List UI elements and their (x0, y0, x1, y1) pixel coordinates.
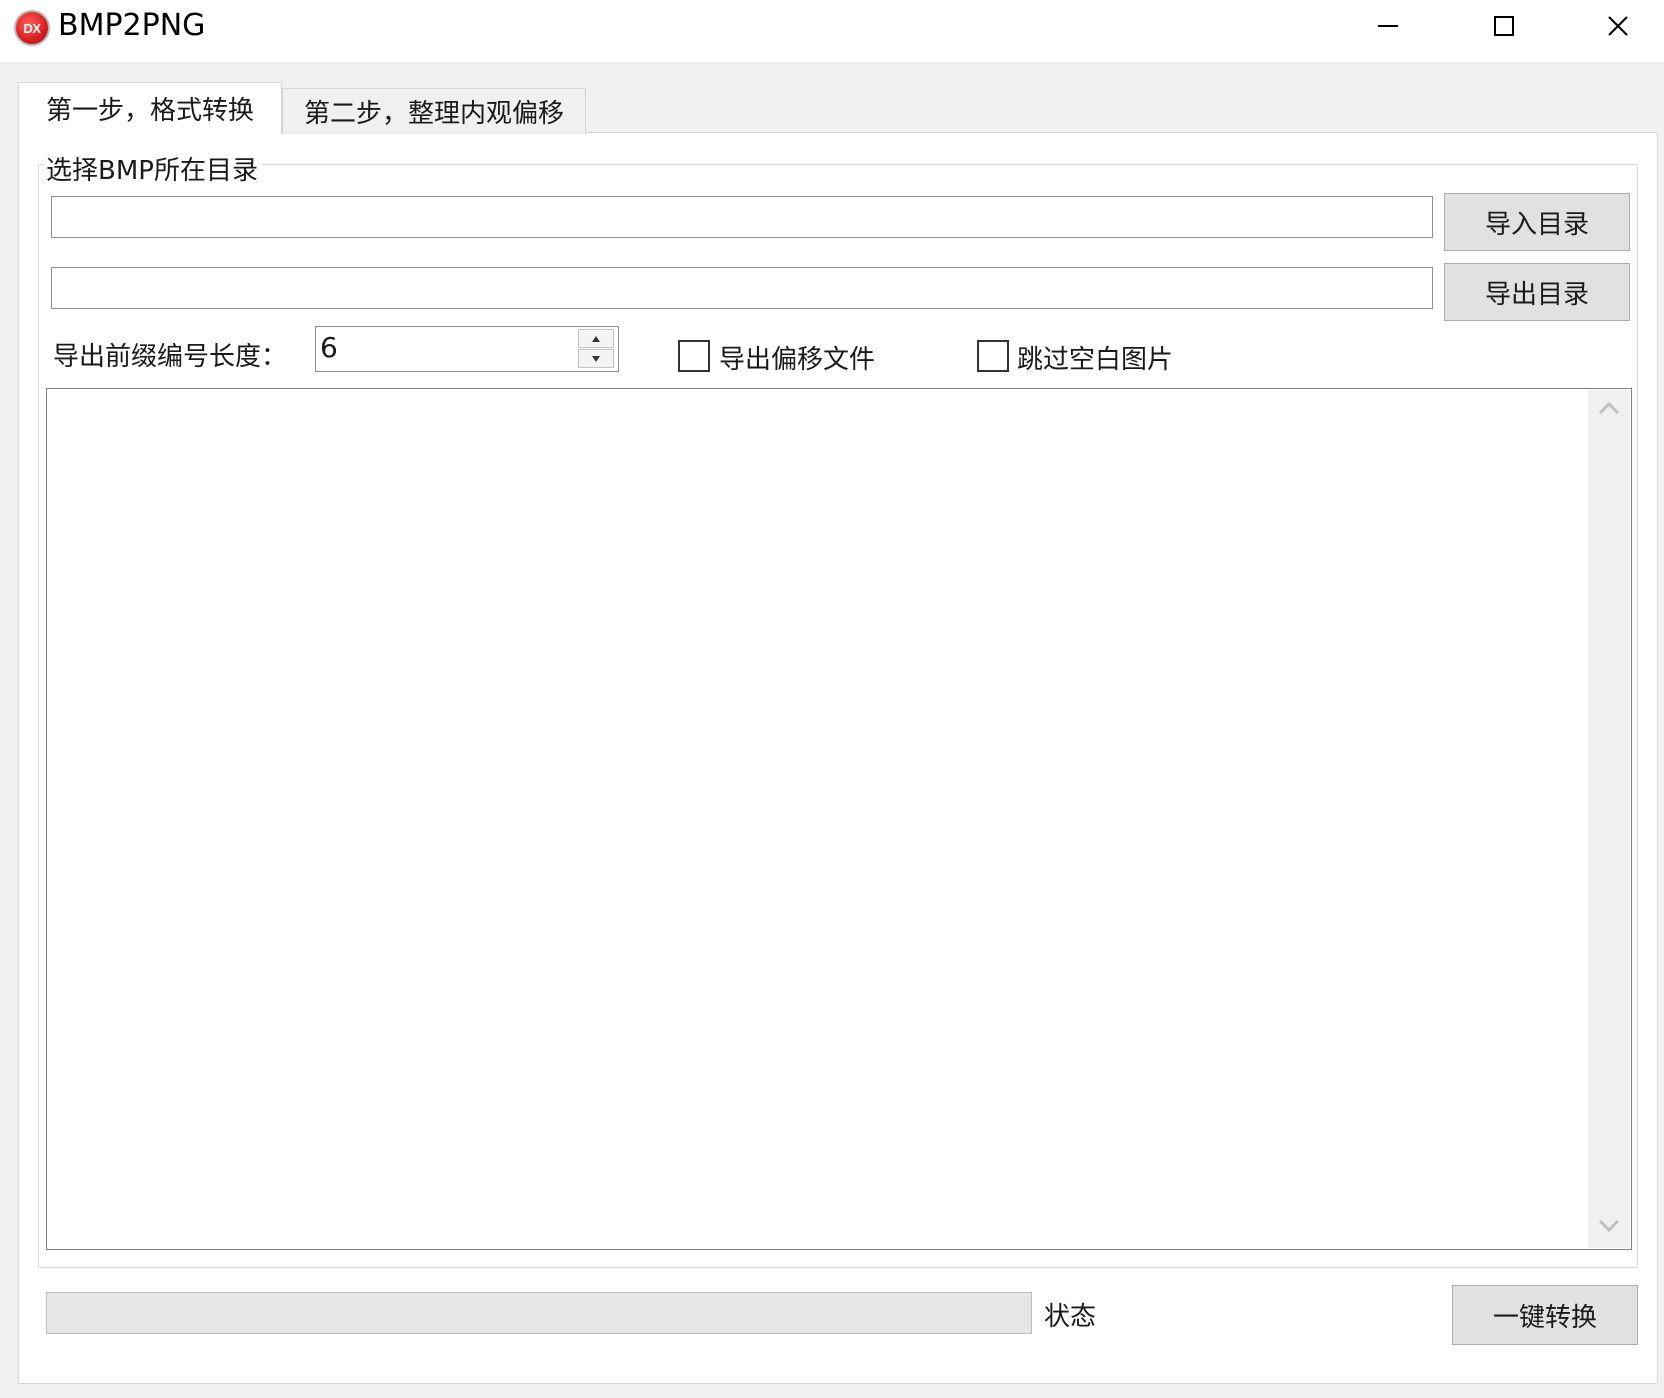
progress-bar (46, 1292, 1032, 1334)
maximize-button[interactable] (1446, 0, 1561, 52)
scroll-down-icon[interactable] (1596, 1212, 1622, 1238)
tab-step-two-label: 第二步，整理内观偏移 (303, 99, 564, 129)
legend-latin: BMP (98, 156, 154, 186)
minimize-button[interactable] (1330, 0, 1445, 52)
close-icon (1607, 16, 1628, 36)
maximize-icon (1493, 16, 1514, 36)
prefix-length-stepper[interactable]: 6 (315, 326, 619, 372)
import-directory-button-label: 导入目录 (1484, 209, 1589, 240)
prefix-length-value: 6 (320, 331, 338, 364)
caret-down-icon (592, 356, 600, 362)
status-label: 状态 (1044, 1302, 1097, 1332)
export-offset-label[interactable]: 导出偏移文件 (719, 339, 875, 376)
legend-prefix: 选择 (46, 156, 99, 186)
tab-step-one-label: 第一步，格式转换 (45, 96, 254, 126)
convert-button[interactable]: 一键转换 (1452, 1285, 1638, 1345)
export-offset-checkbox[interactable] (678, 340, 710, 372)
convert-button-label: 一键转换 (1492, 1302, 1597, 1333)
legend-suffix: 所在目录 (153, 156, 258, 186)
caret-up-icon (592, 336, 600, 342)
prefix-length-label: 导出前缀编号长度： (53, 342, 288, 372)
stepper-down-button[interactable] (578, 349, 614, 368)
stepper-up-button[interactable] (578, 329, 614, 348)
import-directory-button[interactable]: 导入目录 (1444, 193, 1630, 251)
window-title: BMP2PNG (58, 8, 206, 43)
groupbox-legend: 选择BMP所在目录 (44, 150, 262, 187)
log-textarea[interactable] (46, 388, 1632, 1250)
close-button[interactable] (1560, 0, 1664, 52)
export-directory-button-label: 导出目录 (1484, 279, 1589, 310)
tab-step-two[interactable]: 第二步，整理内观偏移 (282, 88, 586, 134)
skip-blank-label[interactable]: 跳过空白图片 (1017, 339, 1173, 376)
skip-blank-checkbox[interactable] (977, 340, 1009, 372)
tab-step-one[interactable]: 第一步，格式转换 (18, 82, 282, 134)
import-directory-input[interactable] (51, 196, 1433, 238)
export-directory-button[interactable]: 导出目录 (1444, 263, 1630, 321)
app-logo-icon: DX (14, 10, 50, 46)
export-directory-input[interactable] (51, 267, 1433, 309)
minimize-icon (1377, 25, 1398, 27)
log-vertical-scrollbar[interactable] (1588, 390, 1630, 1248)
scroll-up-icon[interactable] (1596, 396, 1622, 422)
